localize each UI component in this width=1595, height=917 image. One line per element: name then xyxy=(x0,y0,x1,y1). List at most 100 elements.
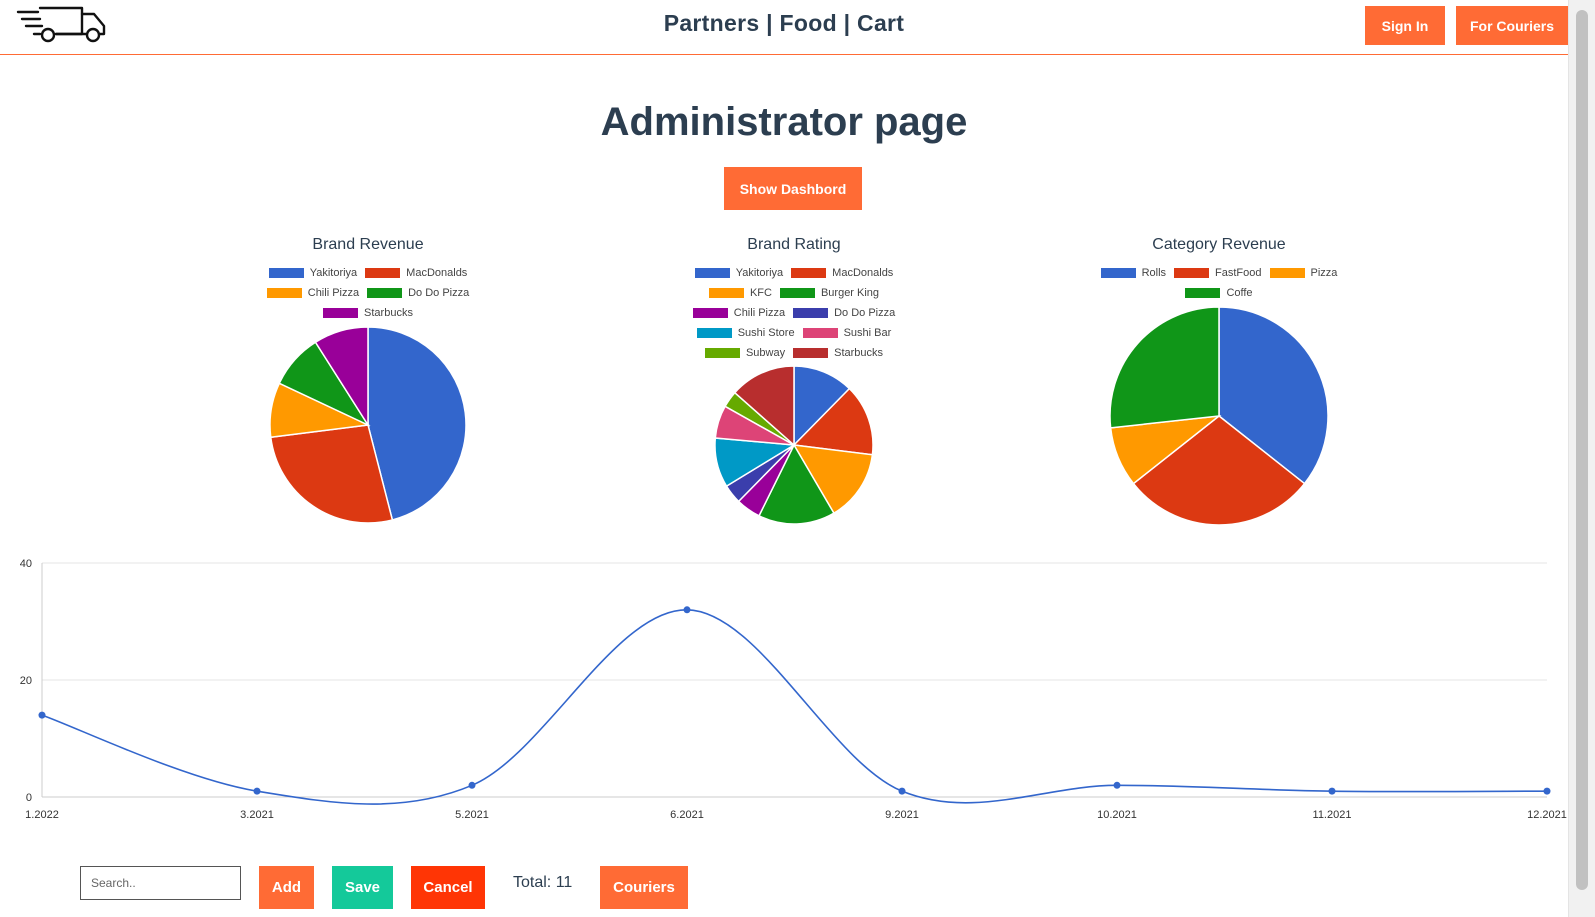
monthly-line-chart: 0 20 40 1.2022 3.2021 5.2021 6.2021 9.2021 10.20… xyxy=(20,558,1567,821)
add-button[interactable]: Add xyxy=(259,866,314,909)
legend-swatch xyxy=(802,328,838,338)
scrollbar-thumb[interactable] xyxy=(1576,10,1588,890)
data-point-11-2021[interactable] xyxy=(1328,787,1336,795)
legend-swatch xyxy=(696,328,732,338)
legend-item-rolls[interactable]: Rolls xyxy=(1100,267,1167,279)
legend-label: Do Do Pizza xyxy=(834,307,896,319)
legend-swatch xyxy=(704,348,740,358)
legend-label: Subway xyxy=(745,347,786,359)
legend-swatch xyxy=(793,308,829,318)
y-tick-label: 40 xyxy=(20,558,32,570)
data-point-6-2021[interactable] xyxy=(683,606,691,614)
legend-item-subway[interactable]: Subway xyxy=(704,347,786,359)
legend-item-kfc[interactable]: KFC xyxy=(708,287,772,299)
y-tick-label: 0 xyxy=(26,792,32,804)
pie-plot xyxy=(269,326,467,524)
show-dashboard-button[interactable]: Show Dashbord xyxy=(724,167,862,210)
legend-swatch xyxy=(1185,288,1221,298)
legend-swatch xyxy=(367,288,403,298)
x-tick-label: 5.2021 xyxy=(455,809,489,821)
legend-item-yakitoriya[interactable]: Yakitoriya xyxy=(268,267,357,279)
legend-swatch xyxy=(692,308,728,318)
page-scrollbar[interactable] xyxy=(1568,0,1595,917)
legend-item-starbucks[interactable]: Starbucks xyxy=(793,347,883,359)
x-tick-label: 6.2021 xyxy=(670,809,704,821)
cancel-button[interactable]: Cancel xyxy=(411,866,485,909)
legend-label: Burger King xyxy=(820,287,880,299)
chart-title: Category Revenue xyxy=(1152,236,1286,253)
data-point-1-2022[interactable] xyxy=(38,711,46,719)
top-navbar: Partners | Food | Cart Sign In For Couri… xyxy=(0,0,1568,55)
x-tick-label: 10.2021 xyxy=(1097,809,1137,821)
sign-in-button[interactable]: Sign In xyxy=(1365,6,1445,45)
x-tick-label: 1.2022 xyxy=(25,809,59,821)
legend-item-macdonalds[interactable]: MacDonalds xyxy=(365,267,467,279)
chart-title: Brand Revenue xyxy=(312,236,424,253)
series-line xyxy=(41,608,1548,805)
legend-swatch xyxy=(708,288,744,298)
page-title: Administrator page xyxy=(600,100,968,144)
category-revenue-chart: Category Revenue Rolls FastFood Pizza Coffe xyxy=(1069,236,1369,535)
legend-item-coffe[interactable]: Coffe xyxy=(1185,287,1253,299)
chart-title: Brand Rating xyxy=(747,236,841,253)
pie-slice-coffe[interactable] xyxy=(1109,306,1220,429)
legend-swatch xyxy=(323,308,359,318)
chart-legend: Yakitoriya MacDonalds Chili Pizza Do Do Piz… xyxy=(218,263,518,323)
legend-label: Starbucks xyxy=(834,347,884,359)
brand-rating-chart: Brand Rating Yakitoriya MacDonalds KFC Burge… xyxy=(644,236,944,534)
legend-label: Do Do Pizza xyxy=(408,287,470,299)
legend-item-chili-pizza[interactable]: Chili Pizza xyxy=(266,287,360,299)
search-input[interactable] xyxy=(80,866,241,900)
legend-swatch xyxy=(1269,268,1305,278)
x-tick-label: 3.2021 xyxy=(240,809,274,821)
legend-item-sushi-store[interactable]: Sushi Store xyxy=(696,327,795,339)
legend-label: Yakitoriya xyxy=(735,267,784,279)
legend-item-yakitoriya[interactable]: Yakitoriya xyxy=(694,267,784,279)
legend-item-fastfood[interactable]: FastFood xyxy=(1174,267,1262,279)
legend-label: Starbucks xyxy=(364,307,413,319)
data-point-10-2021[interactable] xyxy=(1113,781,1121,789)
couriers-button[interactable]: Couriers xyxy=(600,866,688,909)
legend-item-pizza[interactable]: Pizza xyxy=(1269,267,1338,279)
legend-swatch xyxy=(791,268,827,278)
legend-label: Pizza xyxy=(1310,267,1338,279)
data-point-9-2021[interactable] xyxy=(898,787,906,795)
legend-swatch xyxy=(1100,268,1136,278)
legend-label: Sushi Store xyxy=(737,327,795,339)
data-point-3-2021[interactable] xyxy=(253,787,261,795)
legend-swatch xyxy=(779,288,815,298)
legend-swatch xyxy=(266,288,302,298)
legend-label: Rolls xyxy=(1141,267,1167,279)
legend-label: FastFood xyxy=(1215,267,1262,279)
legend-swatch xyxy=(694,268,730,278)
for-couriers-button[interactable]: For Couriers xyxy=(1456,6,1568,45)
legend-swatch xyxy=(365,268,401,278)
data-point-12-2021[interactable] xyxy=(1543,787,1551,795)
legend-label: Coffe xyxy=(1226,287,1253,299)
legend-item-do-do-pizza[interactable]: Do Do Pizza xyxy=(367,287,469,299)
legend-item-burger-king[interactable]: Burger King xyxy=(779,287,880,299)
legend-swatch xyxy=(1174,268,1210,278)
legend-label: Chili Pizza xyxy=(307,287,360,299)
legend-item-starbucks[interactable]: Starbucks xyxy=(323,307,413,319)
total-count: Total: 11 xyxy=(513,874,573,891)
legend-item-chili-pizza[interactable]: Chili Pizza xyxy=(692,307,786,319)
data-point-5-2021[interactable] xyxy=(468,781,476,789)
legend-label: MacDonalds xyxy=(406,267,468,279)
y-tick-label: 20 xyxy=(20,675,32,687)
x-tick-label: 12.2021 xyxy=(1527,809,1567,821)
legend-label: Chili Pizza xyxy=(733,307,786,319)
x-tick-label: 11.2021 xyxy=(1313,809,1352,821)
x-tick-label: 9.2021 xyxy=(885,809,919,821)
legend-item-macdonalds[interactable]: MacDonalds xyxy=(791,267,893,279)
legend-label: KFC xyxy=(749,287,772,299)
legend-item-do-do-pizza[interactable]: Do Do Pizza xyxy=(793,307,895,319)
site-brand-title[interactable]: Partners | Food | Cart xyxy=(0,10,1568,37)
pie-plot xyxy=(714,365,874,525)
legend-swatch xyxy=(793,348,829,358)
legend-item-sushi-bar[interactable]: Sushi Bar xyxy=(802,327,892,339)
legend-swatch xyxy=(268,268,304,278)
chart-legend: Rolls FastFood Pizza Coffe xyxy=(1069,263,1369,303)
legend-label: Sushi Bar xyxy=(843,327,892,339)
save-button[interactable]: Save xyxy=(332,866,393,909)
